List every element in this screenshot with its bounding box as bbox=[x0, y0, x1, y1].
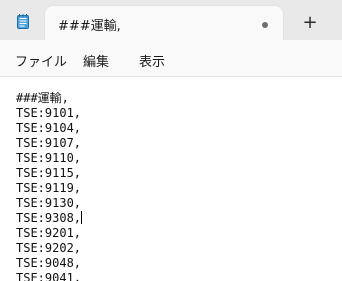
text-line-content: TSE:9201, bbox=[16, 226, 82, 240]
text-line-content: TSE:9101, bbox=[16, 106, 82, 120]
text-line: TSE:9308, bbox=[16, 211, 83, 226]
text-line: TSE:9202, bbox=[16, 241, 81, 256]
text-line-content: TSE:9107, bbox=[16, 136, 82, 150]
text-line-content: TSE:9104, bbox=[16, 121, 82, 135]
text-line: TSE:9115, bbox=[16, 166, 81, 181]
notepad-window: ###運輸, + ファイル 編集 表示 ###運輸, TSE:9101, TSE:9… bbox=[0, 0, 342, 281]
text-line-content: ###運輸, bbox=[16, 91, 69, 105]
unsaved-dot-icon[interactable] bbox=[262, 22, 268, 28]
text-line: TSE:9119, bbox=[16, 181, 81, 196]
text-line: TSE:9048, bbox=[16, 256, 81, 271]
tab-document[interactable]: ###運輸, bbox=[45, 6, 283, 40]
text-line: TSE:9110, bbox=[16, 151, 81, 166]
text-line-content: TSE:9119, bbox=[16, 181, 82, 195]
text-line: TSE:9104, bbox=[16, 121, 81, 136]
menu-view[interactable]: 表示 bbox=[139, 51, 165, 70]
text-line-content: TSE:9048, bbox=[16, 256, 82, 270]
text-line-content: TSE:9115, bbox=[16, 166, 82, 180]
new-tab-button[interactable]: + bbox=[296, 10, 324, 36]
title-bar: ###運輸, + bbox=[0, 0, 342, 40]
text-line-content: TSE:9202, bbox=[16, 241, 82, 255]
text-line: TSE:9107, bbox=[16, 136, 81, 151]
text-line-content: TSE:9110, bbox=[16, 151, 82, 165]
menu-bar: ファイル 編集 表示 bbox=[0, 40, 342, 77]
text-line: TSE:9101, bbox=[16, 106, 81, 121]
menu-edit[interactable]: 編集 bbox=[83, 51, 109, 70]
text-editor[interactable]: ###運輸, TSE:9101, TSE:9104, TSE:9107, TSE:911… bbox=[0, 77, 342, 281]
text-line: TSE:9201, bbox=[16, 226, 81, 241]
text-line-content: TSE:9308, bbox=[16, 211, 82, 225]
text-line: TSE:9130, bbox=[16, 196, 81, 211]
menu-file[interactable]: ファイル bbox=[15, 51, 67, 70]
tab-title: ###運輸, bbox=[58, 19, 121, 34]
text-line: ###運輸, bbox=[16, 91, 69, 106]
text-line: TSE:9041, bbox=[16, 271, 81, 281]
text-cursor bbox=[81, 211, 83, 224]
text-line-content: TSE:9130, bbox=[16, 196, 82, 210]
text-line-content: TSE:9041, bbox=[16, 271, 82, 281]
notepad-icon bbox=[17, 14, 29, 29]
